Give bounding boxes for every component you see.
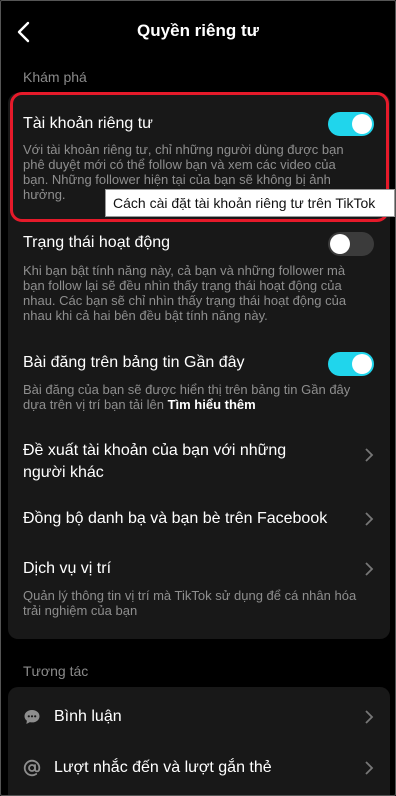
private-account-toggle[interactable] (328, 112, 374, 136)
activity-status-toggle[interactable] (328, 232, 374, 256)
location-services-title: Dịch vụ vị trí (23, 560, 112, 577)
activity-status-title: Trạng thái hoạt động (23, 234, 171, 251)
section-label-interact: Tương tác (23, 663, 89, 679)
sync-contacts-title: Đồng bộ danh bạ và bạn bè trên Facebook (23, 510, 328, 527)
tooltip: Cách cài đặt tài khoản riêng tư trên Tik… (105, 189, 395, 217)
comments-title: Bình luận (54, 708, 122, 725)
screen: Quyền riêng tư Khám phá Tài khoản riêng … (0, 0, 396, 796)
chevron-right-icon (365, 761, 374, 775)
learn-more-link[interactable]: Tìm hiểu thêm (168, 397, 256, 412)
nearby-posts-description: Bài đăng của bạn sẽ được hiển thị trên b… (23, 382, 358, 412)
toggle-knob (352, 114, 372, 134)
header: Quyền riêng tư (1, 1, 395, 63)
toggle-knob (352, 354, 372, 374)
toggle-knob (330, 234, 350, 254)
chevron-right-icon (365, 512, 374, 526)
suggest-account-title: Đề xuất tài khoản của bạn với những ngườ… (23, 440, 286, 484)
private-account-title: Tài khoản riêng tư (23, 115, 153, 132)
interact-card: Bình luận Lượt nhắc đến và lượt gắn thẻ (8, 687, 390, 795)
nearby-posts-title: Bài đăng trên bảng tin Gần đây (23, 354, 245, 371)
chevron-right-icon (365, 562, 374, 576)
page-title: Quyền riêng tư (137, 21, 259, 40)
at-icon (23, 759, 41, 777)
discover-card: Tài khoản riêng tư Với tài khoản riêng t… (8, 93, 390, 639)
suggest-account-title-line2: người khác (23, 464, 104, 481)
comment-icon (24, 710, 40, 724)
chevron-right-icon (365, 710, 374, 724)
suggest-account-title-line1: Đề xuất tài khoản của bạn với những (23, 442, 287, 459)
section-label-discover: Khám phá (23, 69, 87, 85)
mentions-title: Lượt nhắc đến và lượt gắn thẻ (54, 759, 272, 776)
location-services-description: Quản lý thông tin vị trí mà TikTok sử dụ… (23, 588, 357, 618)
activity-status-description: Khi bạn bật tính năng này, cả bạn và nhữ… (23, 263, 347, 323)
chevron-right-icon (365, 448, 374, 462)
nearby-posts-toggle[interactable] (328, 352, 374, 376)
